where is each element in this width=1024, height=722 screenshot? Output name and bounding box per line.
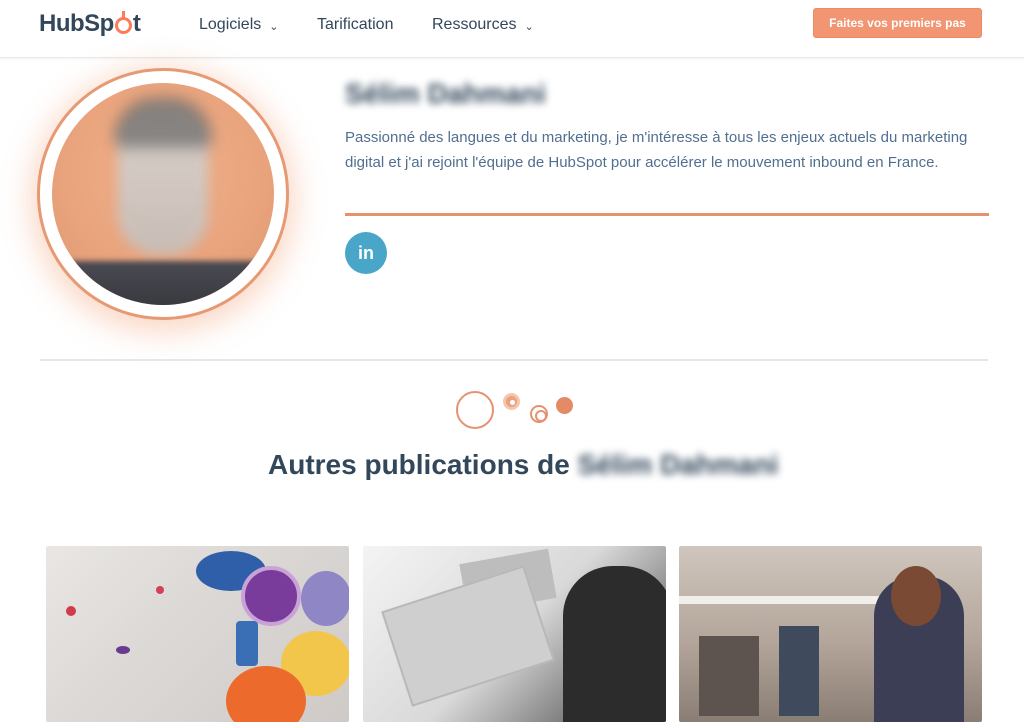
other-posts-heading: Autres publications de Sélim Dahmani <box>268 449 778 481</box>
get-started-button[interactable]: Faites vos premiers pas <box>813 8 982 38</box>
post-card-3[interactable] <box>679 546 982 722</box>
paint-palettes-image <box>46 546 349 722</box>
chevron-down-icon: ⌄ <box>269 20 279 33</box>
decorative-dot-icon <box>556 397 573 414</box>
sprocket-icon <box>114 10 132 34</box>
author-photo <box>52 83 274 305</box>
post-card-1[interactable] <box>46 546 349 722</box>
author-name: Sélim Dahmani <box>345 78 546 109</box>
author-bio: Passionné des langues et du marketing, j… <box>345 129 968 171</box>
nav-item-tarification[interactable]: Tarification <box>317 16 393 34</box>
top-navigation: HubSp t Logiciels ⌄ Tarification Ressourc… <box>0 0 1024 58</box>
decorative-circle-icon <box>456 391 494 429</box>
chevron-down-icon: ⌄ <box>524 20 534 33</box>
heading-author-name: Sélim Dahmani <box>577 449 779 480</box>
post-card-2[interactable] <box>363 546 666 722</box>
author-avatar <box>37 68 289 320</box>
nav-item-ressources[interactable]: Ressources ⌄ <box>432 16 534 34</box>
nav-item-label: Ressources <box>432 16 517 33</box>
section-divider <box>40 359 988 361</box>
linkedin-icon[interactable]: in <box>345 232 387 274</box>
heading-prefix: Autres publications de <box>268 449 570 480</box>
nav-item-label: Tarification <box>317 16 394 33</box>
decorative-dot-icon <box>503 393 520 410</box>
orange-divider <box>345 213 989 216</box>
decorative-ring-icon <box>530 405 548 423</box>
laptop-work-image <box>363 546 666 722</box>
shop-woman-tablet-image <box>679 546 982 722</box>
hubspot-logo[interactable]: HubSp t <box>39 10 141 38</box>
nav-item-logiciels[interactable]: Logiciels ⌄ <box>199 16 278 34</box>
nav-item-label: Logiciels <box>199 16 262 33</box>
